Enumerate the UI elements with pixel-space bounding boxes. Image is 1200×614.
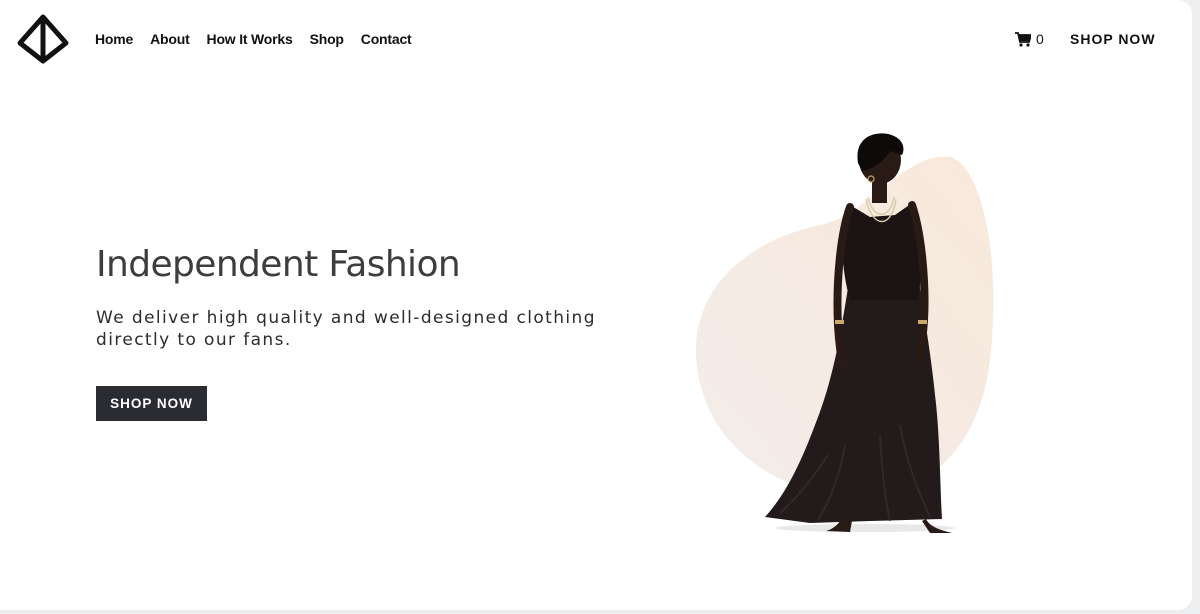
header-shop-now-button[interactable]: SHOP NOW (1070, 31, 1156, 47)
hero-model-image (695, 133, 994, 533)
hero-title: Independent Fashion (96, 244, 461, 285)
nav-shop[interactable]: Shop (310, 31, 344, 47)
nav-how-it-works[interactable]: How It Works (207, 31, 293, 47)
cart-count: 0 (1036, 31, 1044, 47)
diamond-logo-icon[interactable] (16, 13, 70, 67)
hero-shop-now-button[interactable]: SHOP NOW (96, 386, 207, 421)
main-nav: Home About How It Works Shop Contact (95, 31, 412, 47)
shopping-cart-icon (1015, 31, 1031, 47)
nav-about[interactable]: About (150, 31, 190, 47)
nav-home[interactable]: Home (95, 31, 133, 47)
cart-button[interactable]: 0 (1015, 31, 1044, 47)
page: Home About How It Works Shop Contact 0 S… (0, 0, 1192, 610)
nav-contact[interactable]: Contact (361, 31, 412, 47)
hero-subtitle: We deliver high quality and well-designe… (96, 308, 596, 350)
